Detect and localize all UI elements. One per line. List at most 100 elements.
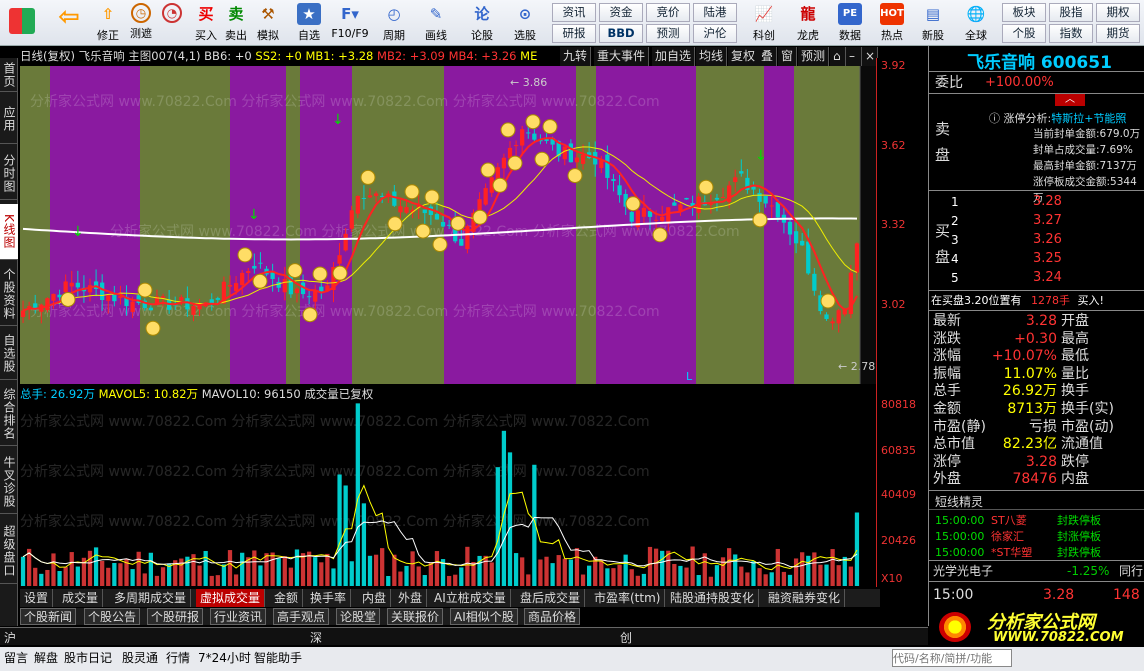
tab-forum[interactable]: 论股堂: [336, 608, 381, 625]
nav-kline[interactable]: K线图: [0, 204, 18, 260]
bbd-button[interactable]: BBD: [599, 24, 643, 43]
tab-pe-ttm[interactable]: 市盈率(ttm): [590, 589, 666, 607]
tab-commodities[interactable]: 商品价格: [524, 608, 580, 625]
candle-body: [227, 284, 233, 287]
template-label: 主图007(4,1): [128, 49, 201, 63]
footer-diary[interactable]: 股市日记: [64, 650, 112, 666]
period-button[interactable]: ◴ 周期: [378, 2, 410, 44]
nav-watchlist[interactable]: 自选股: [0, 328, 18, 380]
tab-stock-research[interactable]: 个股研报: [147, 608, 204, 625]
menu-jiuzhuan[interactable]: 九转: [560, 47, 592, 66]
volume-bar: [404, 565, 409, 586]
footer-gulingtong[interactable]: 股灵通: [122, 650, 158, 666]
volume-chart[interactable]: 分析家公式网 www.70822.Com 分析家公式网 www.70822.Co…: [20, 386, 876, 586]
nav-stock-profile[interactable]: 个股资料: [0, 262, 18, 326]
tab-settings[interactable]: 设置: [20, 589, 54, 607]
code-search-input[interactable]: [892, 649, 1012, 667]
menu-adjust[interactable]: 复权: [728, 47, 760, 66]
tab-expert-views[interactable]: 高手观点: [273, 608, 330, 625]
tab-virtual-volume[interactable]: 虚拟成交量: [196, 589, 266, 607]
newstock-button[interactable]: ▤ 新股: [916, 2, 950, 44]
auction-button[interactable]: 竞价: [646, 3, 690, 22]
tab-related-quotes[interactable]: 关联报价: [387, 608, 444, 625]
dragon-button[interactable]: 龍龙虎: [790, 2, 826, 44]
modify-button[interactable]: ⇧ 修正: [92, 2, 124, 44]
back-button[interactable]: ⇦: [52, 2, 86, 44]
tab-inner[interactable]: 内盘: [358, 589, 392, 607]
candle-body: [215, 298, 220, 300]
sell-button[interactable]: 卖卖出: [222, 2, 250, 44]
menu-window[interactable]: 窗: [778, 47, 798, 66]
buy-button[interactable]: 买买入: [192, 2, 220, 44]
nav-timeshare[interactable]: 分时图: [0, 148, 18, 200]
hk-connect-button[interactable]: 陆港: [693, 3, 737, 22]
news-button[interactable]: 资讯: [552, 3, 596, 22]
menu-overlay[interactable]: 叠: [758, 47, 778, 66]
menu-ma[interactable]: 均线: [696, 47, 728, 66]
tab-amount[interactable]: 金额: [270, 589, 304, 607]
options-button[interactable]: 期权: [1096, 3, 1140, 22]
volume-bar: [714, 565, 720, 586]
minus-icon[interactable]: –: [846, 47, 862, 66]
tab-ai-similar[interactable]: AI相似个股: [450, 608, 518, 625]
status-sz[interactable]: 深: [310, 629, 322, 646]
draw-button[interactable]: ✎ 画线: [420, 2, 452, 44]
kline-chart[interactable]: 分析家公式网 www.70822.Com 分析家公式网 www.70822.Co…: [20, 66, 876, 384]
footer-assistant[interactable]: 智能助手: [254, 650, 302, 666]
status-sh[interactable]: 沪: [4, 629, 16, 646]
discuss-button[interactable]: 论论股: [466, 2, 498, 44]
menu-add-watchlist[interactable]: 加自选: [652, 47, 696, 66]
tab-announcements[interactable]: 个股公告: [84, 608, 141, 625]
measure2-button[interactable]: ◔: [158, 2, 186, 44]
tab-stock-news[interactable]: 个股新闻: [20, 608, 77, 625]
funds-button[interactable]: 资金: [599, 3, 643, 22]
menu-forecast[interactable]: 预测: [798, 47, 830, 66]
footer-message[interactable]: 留言: [4, 650, 28, 666]
simulate-button[interactable]: ⚒ 模拟: [253, 2, 283, 44]
tab-northbound[interactable]: 陆股通持股变化: [666, 589, 760, 607]
collapse-icon[interactable]: ︿: [1055, 94, 1085, 106]
hot-button[interactable]: HOT 热点: [874, 2, 910, 44]
candle-body: [806, 241, 811, 274]
nav-apps[interactable]: 应用: [0, 94, 18, 144]
index-futures-button[interactable]: 股指: [1049, 3, 1093, 22]
global-button[interactable]: 🌐 全球: [958, 2, 994, 44]
footer-quotes[interactable]: 行情: [166, 650, 190, 666]
nav-ranking[interactable]: 综合排名: [0, 382, 18, 446]
tab-industry-news[interactable]: 行业资讯: [210, 608, 267, 625]
select-stock-button[interactable]: ⊙ 选股: [508, 2, 542, 44]
kechuang-button[interactable]: 📈 科创: [746, 2, 782, 44]
sector-button[interactable]: 板块: [1002, 3, 1046, 22]
footer-7x24[interactable]: 7*24小时: [198, 650, 251, 666]
footer-analysis[interactable]: 解盘: [34, 650, 58, 666]
tab-turnover[interactable]: 换手率: [306, 589, 352, 607]
lock-icon[interactable]: ⌂: [830, 47, 846, 66]
research-button[interactable]: 研报: [552, 24, 596, 43]
menu-major-events[interactable]: 重大事件: [594, 47, 650, 66]
tab-ai-volume[interactable]: AI立桩成交量: [430, 589, 511, 607]
data-button[interactable]: PE 数据: [832, 2, 868, 44]
index-button[interactable]: 指数: [1049, 24, 1093, 43]
f10-button[interactable]: F▾ F10/F9: [328, 2, 372, 44]
tab-multi-period-volume[interactable]: 多周期成交量: [110, 589, 192, 607]
nav-diagnosis[interactable]: 牛叉诊股: [0, 450, 18, 514]
tab-volume[interactable]: 成交量: [58, 589, 104, 607]
watchlist-button[interactable]: ★ 自选: [294, 2, 324, 44]
forecast-button[interactable]: 预测: [646, 24, 690, 43]
tab-outer[interactable]: 外盘: [394, 589, 428, 607]
stock-button[interactable]: 个股: [1002, 24, 1046, 43]
windows-button[interactable]: [4, 2, 40, 44]
shanghai-london-button[interactable]: 沪伦: [693, 24, 737, 43]
short-signal-row[interactable]: 15:00:00 *ST华塑 封跌停板: [929, 544, 1144, 562]
tab-margin[interactable]: 融资融券变化: [764, 589, 846, 607]
tab-after-hours[interactable]: 盘后成交量: [516, 589, 586, 607]
short-title: 短线精灵: [935, 495, 984, 509]
sector-row[interactable]: 光学光电子 -1.25% 同行: [929, 562, 1144, 580]
futures-button[interactable]: 期货: [1096, 24, 1140, 43]
volume-bar: [325, 553, 330, 586]
measure-button[interactable]: ◷ 测遮: [126, 2, 156, 44]
stat-row: 涨停 3.28 跌停: [933, 453, 1089, 470]
nav-super-depth[interactable]: 超级盘口: [0, 518, 18, 584]
nav-home[interactable]: 首页: [0, 58, 18, 92]
status-cy[interactable]: 创: [620, 629, 632, 646]
